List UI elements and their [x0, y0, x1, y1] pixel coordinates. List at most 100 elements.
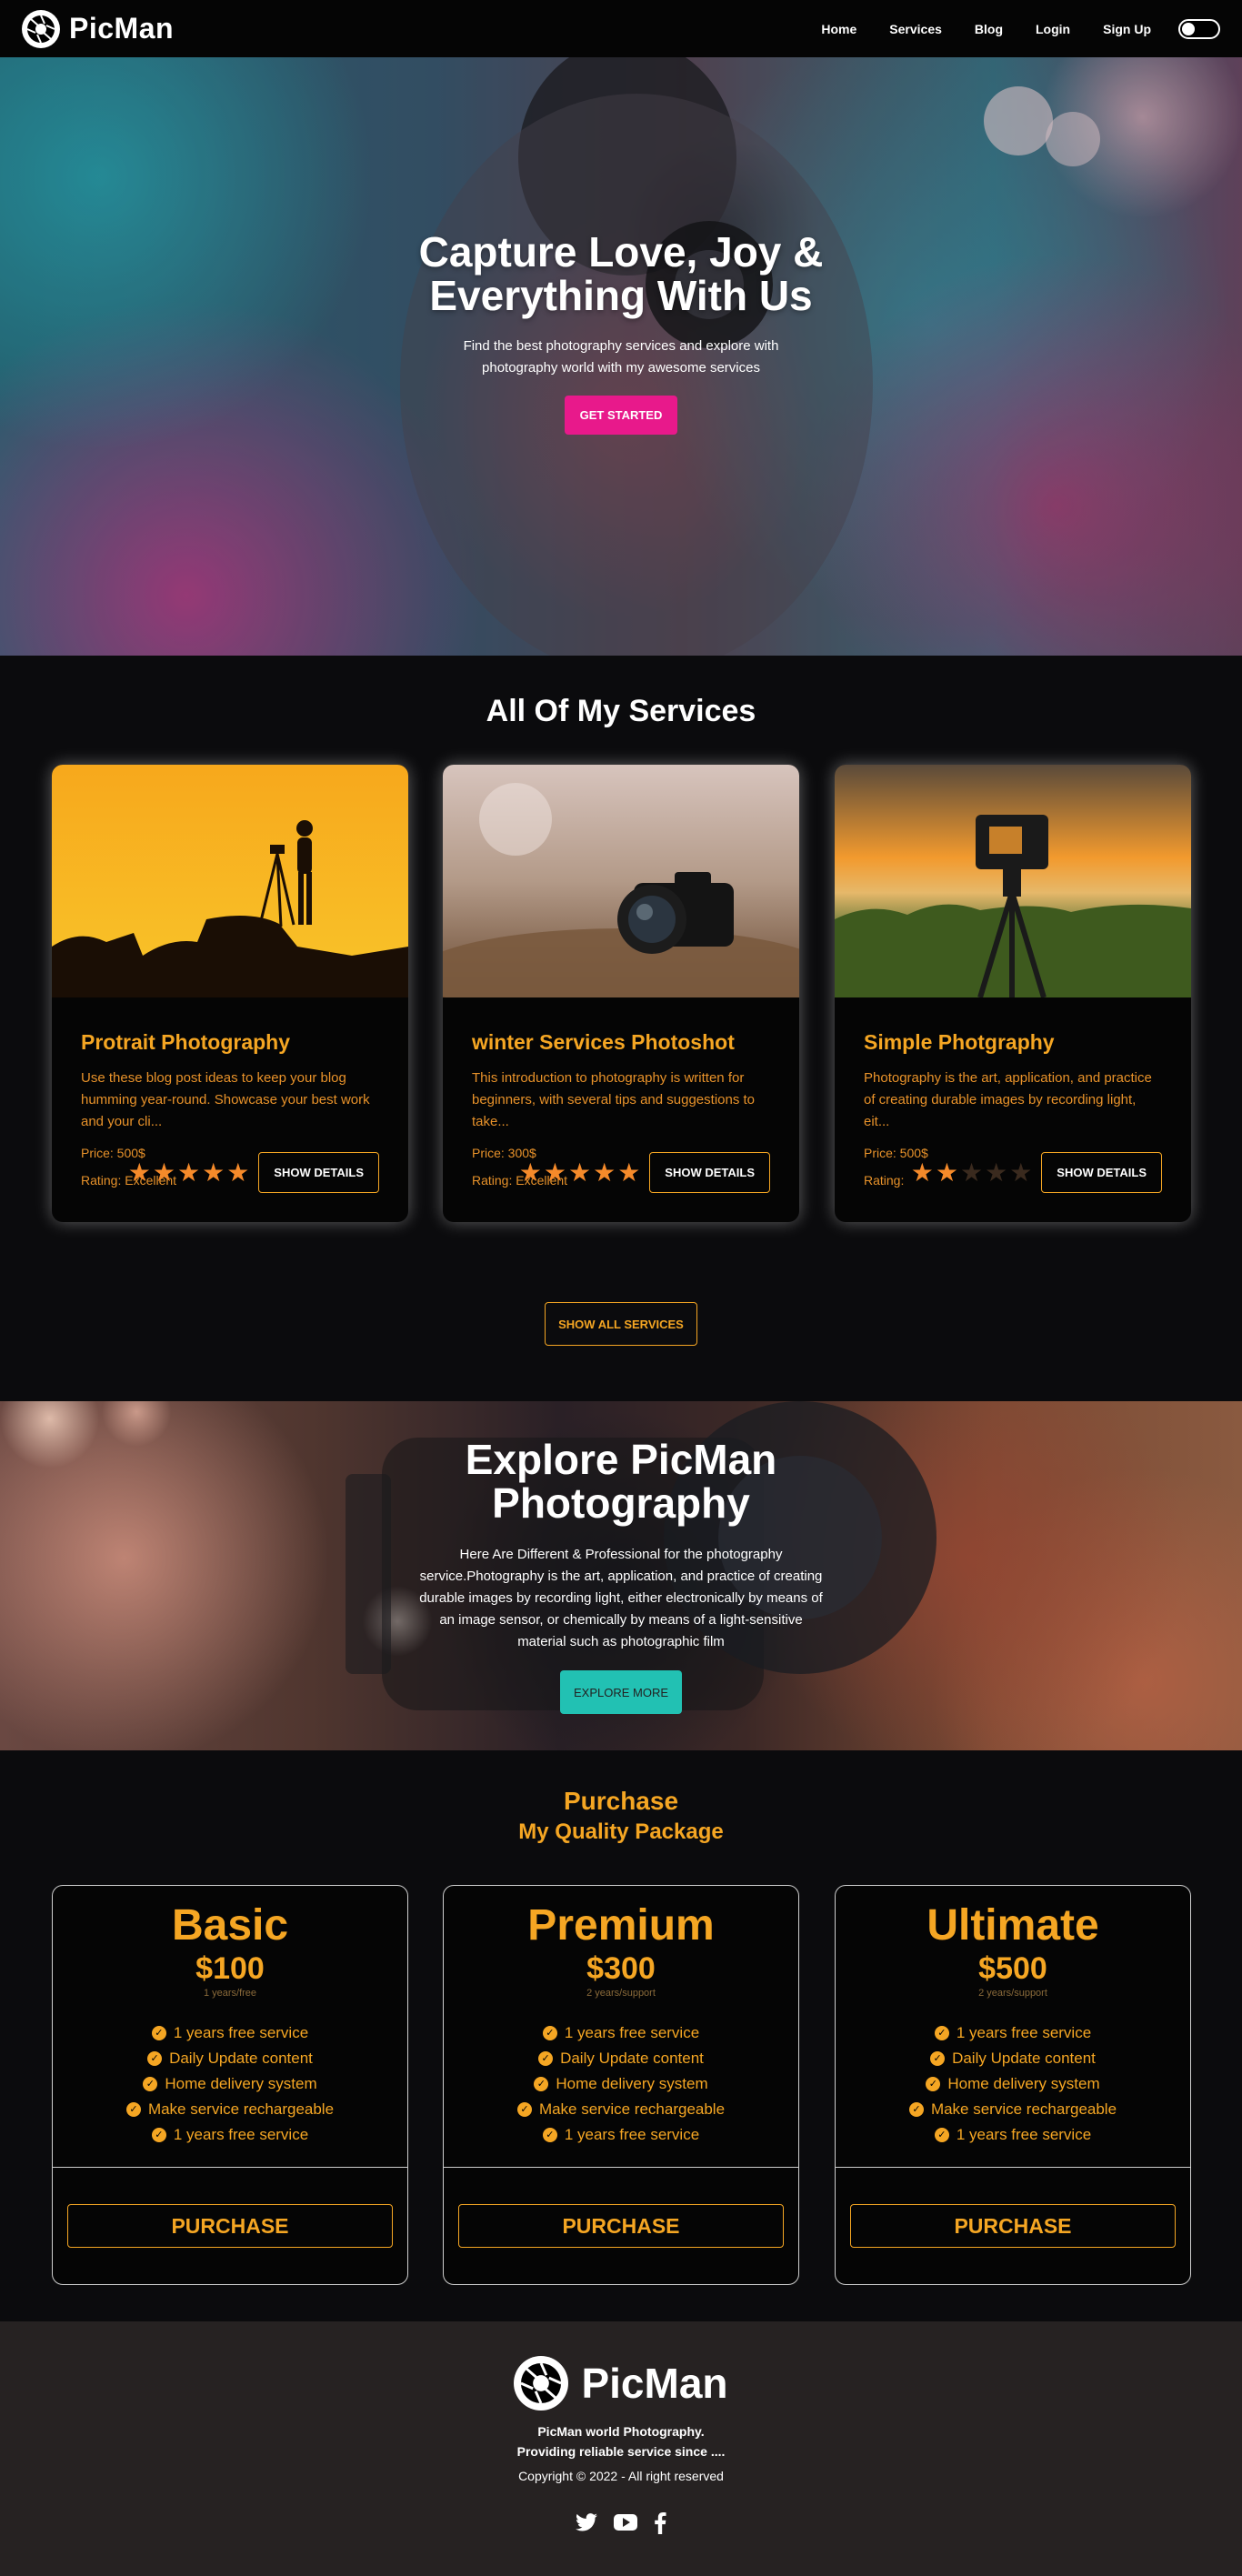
card-description: This introduction to photography is writ…	[472, 1070, 756, 1129]
feature-text: Make service rechargeable	[538, 2100, 726, 2118]
feature-item: ✓ Make service rechargeable	[53, 2097, 407, 2122]
star-icon: ★	[152, 1157, 175, 1188]
show-all-services-button[interactable]: SHOW ALL SERVICES	[545, 1302, 697, 1346]
plan-period: 2 years/support	[586, 1988, 656, 1999]
star-icon: ★	[1009, 1157, 1033, 1188]
check-icon: ✓	[542, 2026, 557, 2040]
youtube-icon[interactable]	[614, 2512, 637, 2539]
footer-brand-name: PicMan	[581, 2360, 728, 2407]
nav-link-blog[interactable]: Blog	[958, 22, 1019, 36]
show-details-button[interactable]: SHOW DETAILS	[649, 1152, 770, 1193]
nav-link-signup[interactable]: Sign Up	[1087, 22, 1167, 36]
star-icon: ★	[910, 1157, 934, 1188]
pricing-section: Purchase My Quality Package Basic $100 1…	[0, 1750, 1242, 2321]
social-links	[0, 2512, 1242, 2539]
card-footer: ★ ★ ★ ★ ★ SHOW DETAILS	[519, 1152, 770, 1193]
star-icon: ★	[226, 1157, 250, 1188]
check-icon: ✓	[926, 2077, 941, 2091]
card-title: winter Services Photoshot	[472, 1030, 735, 1054]
show-details-button[interactable]: SHOW DETAILS	[258, 1152, 379, 1193]
divider	[53, 2167, 407, 2168]
plan-period: 1 years/free	[203, 1988, 257, 1999]
feature-item: ✓ Home delivery system	[836, 2071, 1190, 2097]
plan-card-premium: Premium $300 2 years/support ✓ 1 years fr…	[443, 1885, 799, 2285]
facebook-icon[interactable]	[654, 2512, 666, 2539]
feature-item: ✓ Daily Update content	[836, 2046, 1190, 2071]
explore-more-button[interactable]: EXPLORE MORE	[560, 1670, 682, 1714]
star-icon: ★	[202, 1157, 225, 1188]
purchase-button[interactable]: PURCHASE	[850, 2204, 1176, 2248]
service-image-camera	[443, 765, 799, 997]
plan-name: Ultimate	[926, 1901, 1099, 1950]
show-details-button[interactable]: SHOW DETAILS	[1041, 1152, 1162, 1193]
purchase-button[interactable]: PURCHASE	[458, 2204, 784, 2248]
hero-subtitle: Find the best photography services and e…	[463, 338, 779, 376]
service-card: winter Services Photoshot This introduct…	[443, 765, 799, 1222]
copyright: Copyright © 2022 - All right reserved	[518, 2469, 724, 2483]
explore-section: Explore PicMan Photography Here Are Diff…	[0, 1401, 1242, 1750]
nav-links: Home Services Blog Login Sign Up	[805, 18, 1220, 39]
feature-item: ✓ 1 years free service	[836, 2122, 1190, 2148]
feature-item: ✓ 1 years free service	[53, 2020, 407, 2046]
check-icon: ✓	[516, 2102, 532, 2117]
brand[interactable]: PicMan	[22, 9, 175, 48]
camera-aperture-icon	[514, 2356, 569, 2411]
star-rating: ★ ★ ★ ★ ★	[910, 1157, 1033, 1188]
feature-text: Daily Update content	[169, 2050, 313, 2067]
explore-text: Here Are Different & Professional for th…	[419, 1547, 823, 1649]
theme-toggle[interactable]	[1178, 18, 1220, 39]
nav-link-login[interactable]: Login	[1019, 22, 1087, 36]
feature-text: 1 years free service	[564, 2024, 700, 2041]
feature-text: 1 years free service	[564, 2126, 700, 2143]
twitter-icon[interactable]	[576, 2512, 597, 2539]
feature-text: 1 years free service	[956, 2024, 1092, 2041]
card-footer: ★ ★ ★ ★ ★ SHOW DETAILS	[128, 1152, 379, 1193]
check-icon: ✓	[930, 2051, 946, 2066]
feature-item: ✓ Daily Update content	[53, 2046, 407, 2071]
pricing-subheading: My Quality Package	[518, 1819, 724, 1844]
feature-list: ✓ 1 years free service ✓ Daily Update conte…	[836, 2020, 1190, 2148]
divider	[836, 2167, 1190, 2168]
services-section: All Of My Services Protrait Photography …	[0, 656, 1242, 1401]
check-icon: ✓	[125, 2102, 141, 2117]
hero-content: Capture Love, Joy & Everything With Us F…	[0, 230, 1242, 435]
star-icon: ★	[127, 1157, 151, 1188]
get-started-button[interactable]: GET STARTED	[564, 396, 678, 435]
check-icon: ✓	[151, 2128, 166, 2142]
footer-tagline: PicMan world Photography. Providing reli…	[0, 2421, 1242, 2461]
check-icon: ✓	[143, 2077, 158, 2091]
check-icon: ✓	[151, 2026, 166, 2040]
feature-text: Make service rechargeable	[147, 2100, 335, 2118]
nav-link-services[interactable]: Services	[873, 22, 958, 36]
feature-item: ✓ Make service rechargeable	[836, 2097, 1190, 2122]
feature-text: 1 years free service	[956, 2126, 1092, 2143]
plan-name: Premium	[527, 1901, 715, 1950]
card-description: Photography is the art, application, and…	[864, 1070, 1152, 1129]
check-icon: ✓	[147, 2051, 163, 2066]
feature-text: Home delivery system	[165, 2075, 317, 2092]
star-icon: ★	[593, 1157, 616, 1188]
feature-text: Home delivery system	[947, 2075, 1100, 2092]
card-description: Use these blog post ideas to keep your b…	[81, 1070, 370, 1129]
check-icon: ✓	[934, 2026, 949, 2040]
nav-link-home[interactable]: Home	[805, 22, 873, 36]
plan-card-ultimate: Ultimate $500 2 years/support ✓ 1 years f…	[835, 1885, 1191, 2285]
star-icon: ★	[543, 1157, 566, 1188]
brand-name: PicMan	[69, 12, 175, 45]
service-card: Simple Photgraphy Photography is the art…	[835, 765, 1191, 1222]
purchase-button[interactable]: PURCHASE	[67, 2204, 393, 2248]
service-image-portrait	[52, 765, 408, 997]
hero-title: Capture Love, Joy & Everything With Us	[418, 228, 824, 319]
explore-title: Explore PicMan Photography	[465, 1436, 777, 1527]
plan-price: $500	[978, 1951, 1047, 1986]
feature-text: 1 years free service	[173, 2024, 309, 2041]
service-image-landscape	[835, 765, 1191, 997]
feature-text: Daily Update content	[560, 2050, 704, 2067]
star-icon: ★	[985, 1157, 1008, 1188]
feature-text: Daily Update content	[952, 2050, 1096, 2067]
feature-item: ✓ 1 years free service	[836, 2020, 1190, 2046]
star-icon: ★	[617, 1157, 641, 1188]
star-rating: ★ ★ ★ ★ ★	[127, 1157, 250, 1188]
star-icon: ★	[518, 1157, 542, 1188]
feature-item: ✓ 1 years free service	[444, 2020, 798, 2046]
